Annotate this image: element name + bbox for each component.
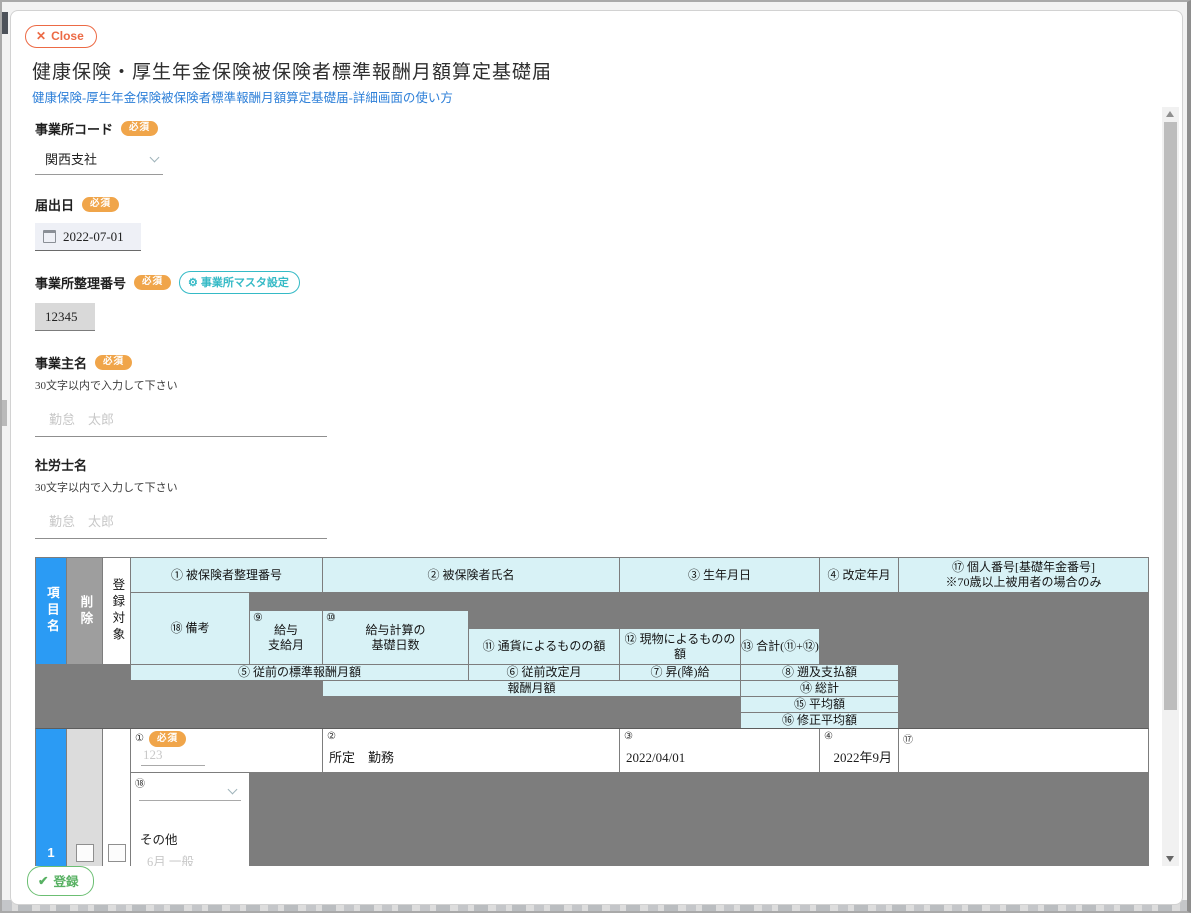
revision-month-cell: ④ 2022年9月: [820, 729, 898, 772]
row-index: 1: [36, 729, 66, 866]
chevron-down-icon: [150, 154, 159, 163]
personal-number-cell: ⑰: [899, 729, 1148, 772]
office-code-select[interactable]: 関西支社: [35, 147, 163, 175]
remarks-other-label: その他: [140, 829, 178, 848]
screen-frame: ✕Close 健康保険・厚生年金保険被保険者標準報酬月額算定基礎届 健康保険-厚…: [0, 0, 1191, 913]
office-ref-label-row: 事業所整理番号 必須 ⚙事業所マスタ設定: [35, 271, 1162, 294]
birth-date-cell: ③ 2022/04/01: [620, 729, 819, 772]
calendar-icon: [43, 230, 56, 243]
header-c02: ② 被保険者氏名: [323, 558, 619, 592]
employer-name-label-row: 事業主名 必須: [35, 353, 1162, 372]
header-remuneration: 報酬月額: [323, 681, 740, 696]
header-c17: ⑰ 個人番号[基礎年金番号]※70歳以上被用者の場合のみ: [899, 558, 1148, 592]
header-c03: ③ 生年月日: [620, 558, 819, 592]
required-badge: 必須: [134, 275, 171, 291]
form-modal: ✕Close 健康保険・厚生年金保険被保険者標準報酬月額算定基礎届 健康保険-厚…: [10, 10, 1183, 905]
header-c09: ⑨ 給与支給月: [250, 611, 322, 664]
required-badge: 必須: [149, 731, 186, 747]
header-c10: ⑩ 給与計算の基礎日数: [323, 611, 468, 664]
required-badge: 必須: [82, 197, 119, 213]
header-c18: ⑱ 備考: [131, 593, 249, 664]
remarks-input[interactable]: 6月 一般: [131, 851, 249, 866]
check-icon: ✔: [38, 873, 48, 888]
header-c11: ⑪ 通貨によるものの額: [469, 629, 619, 664]
header-register-target: 登録対象: [103, 558, 130, 664]
scroll-up-arrow[interactable]: [1166, 111, 1174, 117]
scroll-down-arrow[interactable]: [1166, 856, 1174, 862]
report-date-label-row: 届出日 必須: [35, 195, 1162, 214]
close-button[interactable]: ✕Close: [25, 25, 97, 48]
header-item-no: 項目名: [36, 558, 66, 664]
header-c13: ⑬ 合計(⑪+⑫): [741, 629, 819, 664]
insured-number-cell: ①必須 123: [131, 729, 322, 772]
office-master-settings-button[interactable]: ⚙事業所マスタ設定: [179, 271, 300, 294]
submit-button[interactable]: ✔登録: [27, 866, 94, 896]
office-ref-input[interactable]: 12345: [35, 303, 95, 331]
required-badge: 必須: [95, 355, 132, 371]
background-page-fragment: [2, 12, 8, 34]
insured-number-input[interactable]: 123: [141, 747, 205, 766]
remarks-select[interactable]: [139, 781, 241, 801]
employer-name-hint: 30文字以内で入力して下さい: [35, 377, 1162, 393]
header-c08: ⑧ 遡及支払額: [741, 665, 898, 680]
header-c12: ⑫ 現物によるものの額: [620, 629, 740, 664]
help-link[interactable]: 健康保険-厚生年金保険被保険者標準報酬月額算定基礎届-詳細画面の使い方: [32, 87, 453, 106]
header-delete: 削除: [67, 558, 102, 664]
consultant-name-hint: 30文字以内で入力して下さい: [35, 479, 1162, 495]
header-c16: ⑯ 修正平均額: [741, 713, 898, 728]
table-row: 1 ①必須 123 ② 所定 勤務 ③ 2022/04/01 ④: [35, 729, 1149, 866]
office-code-label-row: 事業所コード 必須: [35, 119, 1162, 138]
scrollbar[interactable]: [1162, 107, 1179, 866]
page-title: 健康保険・厚生年金保険被保険者標準報酬月額算定基礎届: [32, 57, 552, 84]
employer-name-input[interactable]: 勤怠 太郎: [35, 407, 327, 437]
header-c15: ⑮ 平均額: [741, 697, 898, 712]
delete-checkbox[interactable]: [76, 844, 94, 862]
register-checkbox-cell: [103, 729, 130, 866]
consultant-name-input[interactable]: 勤怠 太郎: [35, 509, 327, 539]
header-c14: ⑭ 総計: [741, 681, 898, 696]
close-icon: ✕: [36, 29, 46, 43]
header-c01: ① 被保険者整理番号: [131, 558, 322, 592]
header-c05: ⑤ 従前の標準報酬月額: [131, 665, 468, 680]
scrollbar-thumb[interactable]: [1164, 122, 1177, 710]
remarks-cell: ⑱ その他 6月 一般: [131, 773, 249, 866]
gear-icon: ⚙: [188, 276, 198, 289]
background-page-fragment: [2, 400, 7, 426]
table-header: 項目名 削除 登録対象 ① 被保険者整理番号 ② 被保険者氏名 ③ 生年月日 ④…: [35, 557, 1149, 729]
consultant-name-label-row: 社労士名: [35, 455, 1162, 474]
header-c07: ⑦ 昇(降)給: [620, 665, 740, 680]
insured-name-cell: ② 所定 勤務: [323, 729, 619, 772]
modal-scroll-area[interactable]: 事業所コード 必須 関西支社 届出日 必須 2022-07-01 事業所整理番号…: [11, 107, 1162, 866]
header-c04: ④ 改定年月: [820, 558, 898, 592]
delete-checkbox-cell: [67, 729, 102, 866]
header-c06: ⑥ 従前改定月: [469, 665, 619, 680]
chevron-down-icon: [228, 786, 237, 795]
required-badge: 必須: [121, 121, 158, 137]
register-checkbox[interactable]: [108, 844, 126, 862]
report-date-input[interactable]: 2022-07-01: [35, 223, 141, 251]
